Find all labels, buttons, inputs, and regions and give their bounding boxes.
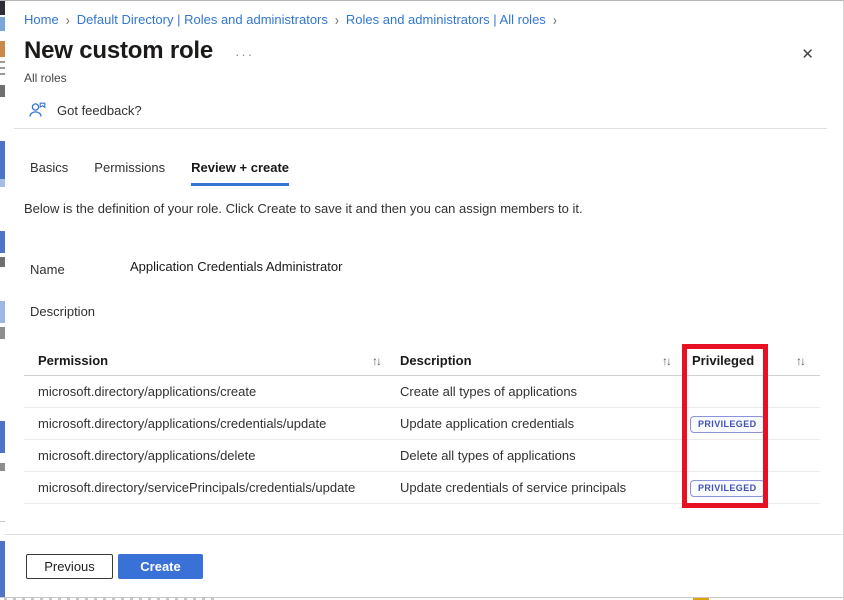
header-divider [14,128,827,129]
privileged-badge: PRIVILEGED [690,480,765,497]
tab-basics[interactable]: Basics [30,159,68,186]
sort-icon[interactable]: ↑↓ [372,354,380,368]
new-custom-role-panel: Home › Default Directory | Roles and adm… [0,0,844,600]
table-header-row: Permission ↑↓ Description ↑↓ Privileged … [24,346,820,376]
close-icon[interactable]: ✕ [801,45,814,63]
cell-privileged: PRIVILEGED [680,415,780,433]
page-subtitle: All roles [24,71,67,85]
cell-permission: microsoft.directory/applications/delete [24,448,394,463]
page-title: New custom role [24,37,213,65]
cell-description: Create all types of applications [394,384,680,399]
breadcrumb-all-roles[interactable]: Roles and administrators | All roles [346,12,546,27]
column-header-permission[interactable]: Permission [38,353,108,368]
table-row: microsoft.directory/applications/delete … [24,440,820,472]
permissions-table: Permission ↑↓ Description ↑↓ Privileged … [24,346,820,504]
privileged-badge: PRIVILEGED [690,416,765,433]
previous-button[interactable]: Previous [26,554,113,579]
description-label: Description [30,304,95,319]
tab-permissions[interactable]: Permissions [94,159,165,186]
column-header-privileged[interactable]: Privileged [692,353,754,368]
wizard-tabs: Basics Permissions Review + create [30,159,289,186]
sort-icon[interactable]: ↑↓ [796,354,804,368]
cell-description: Update credentials of service principals [394,480,680,495]
left-edge-artifact [0,1,5,600]
name-label: Name [30,262,65,277]
cell-permission: microsoft.directory/servicePrincipals/cr… [24,480,394,495]
breadcrumb-roles-admins[interactable]: Default Directory | Roles and administra… [77,12,328,27]
cell-description: Update application credentials [394,416,680,431]
more-options-icon[interactable]: ··· [235,47,254,62]
permissions-table-body: microsoft.directory/applications/create … [24,376,820,504]
column-header-description[interactable]: Description [400,353,472,368]
feedback-label: Got feedback? [57,103,142,118]
create-button[interactable]: Create [118,554,203,579]
tab-review-create[interactable]: Review + create [191,159,289,186]
sort-icon[interactable]: ↑↓ [662,354,670,368]
breadcrumb-home[interactable]: Home [24,12,59,27]
feedback-person-icon [28,101,47,120]
name-value: Application Credentials Administrator [130,259,342,274]
table-row: microsoft.directory/applications/credent… [24,408,820,440]
chevron-right-icon: › [553,11,557,29]
intro-text: Below is the definition of your role. Cl… [24,201,803,216]
chevron-right-icon: › [335,11,339,29]
table-row: microsoft.directory/servicePrincipals/cr… [24,472,820,504]
cell-privileged: PRIVILEGED [680,479,780,497]
chevron-right-icon: › [66,11,70,29]
cell-permission: microsoft.directory/applications/credent… [24,416,394,431]
cell-permission: microsoft.directory/applications/create [24,384,394,399]
breadcrumb: Home › Default Directory | Roles and adm… [24,12,557,27]
got-feedback-button[interactable]: Got feedback? [28,101,142,120]
cell-description: Delete all types of applications [394,448,680,463]
footer-divider [0,534,844,535]
table-row: microsoft.directory/applications/create … [24,376,820,408]
